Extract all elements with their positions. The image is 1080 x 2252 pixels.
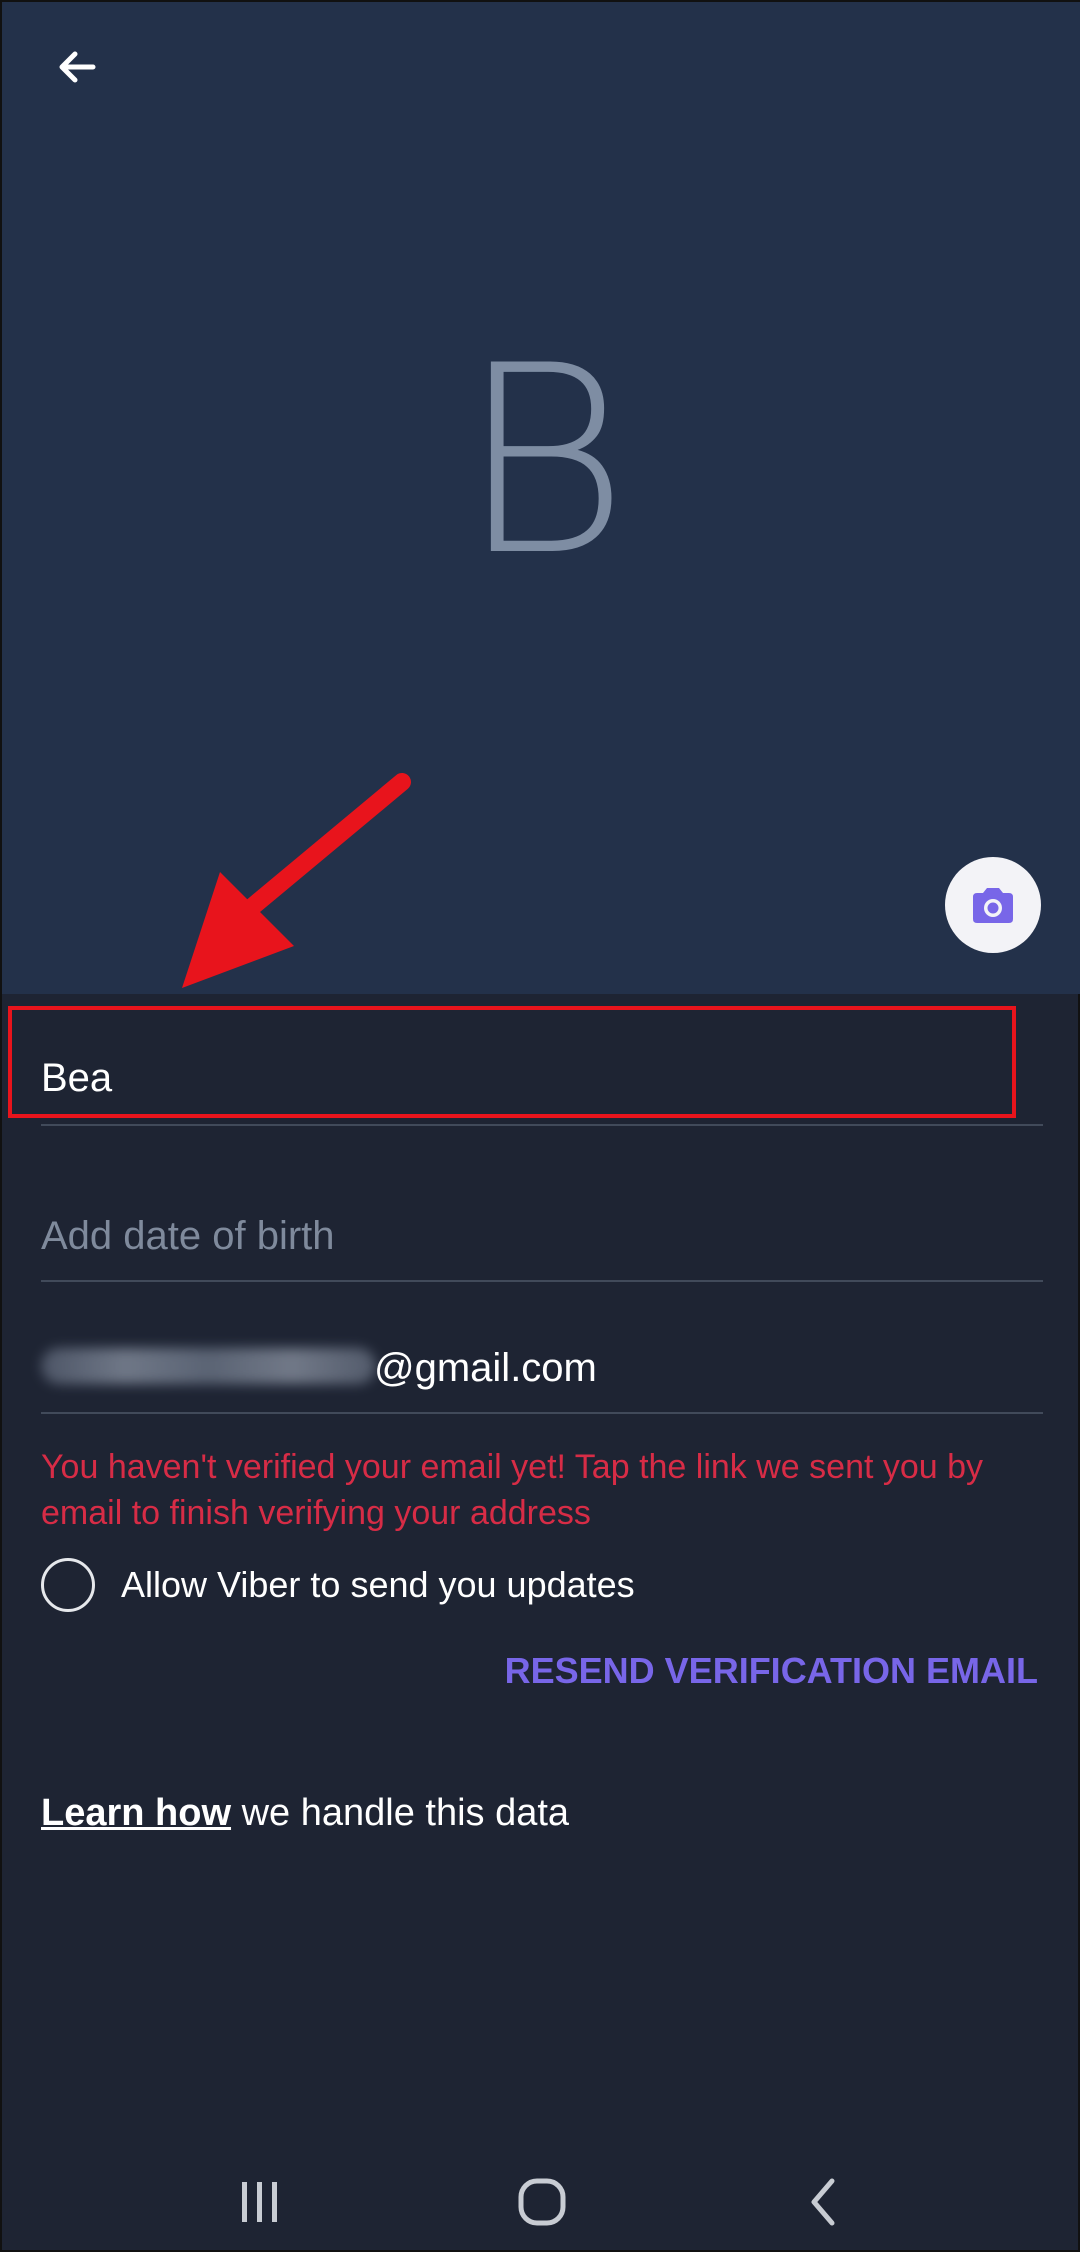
recent-apps-icon (242, 2182, 277, 2222)
dob-placeholder: Add date of birth (41, 1214, 335, 1258)
home-icon (518, 2178, 566, 2226)
nav-back-button[interactable] (784, 2172, 864, 2232)
email-domain: @gmail.com (374, 1346, 597, 1390)
change-photo-button[interactable] (945, 857, 1041, 953)
allow-updates-radio[interactable] (41, 1558, 95, 1612)
annotation-highlight-box (8, 1006, 1016, 1118)
email-field[interactable]: @gmail.com (41, 1322, 1043, 1414)
system-nav-bar (2, 2142, 1080, 2252)
home-button[interactable] (502, 2172, 582, 2232)
allow-updates-toggle[interactable]: Allow Viber to send you updates (41, 1557, 635, 1613)
learn-how-link[interactable]: Learn how (41, 1792, 231, 1834)
verify-email-warning: You haven't verified your email yet! Tap… (41, 1448, 984, 1532)
data-handling-note: Learn how we handle this data (41, 1792, 569, 1835)
learn-suffix: we handle this data (231, 1792, 570, 1834)
nav-back-icon (811, 2178, 835, 2226)
back-arrow-icon (59, 51, 96, 83)
recent-apps-button[interactable] (220, 2172, 300, 2232)
avatar-initial: B (458, 311, 629, 613)
allow-updates-label: Allow Viber to send you updates (121, 1564, 635, 1605)
profile-header: B (2, 2, 1080, 994)
date-of-birth-field[interactable]: Add date of birth (41, 1192, 1043, 1282)
email-local-part-blurred (41, 1348, 376, 1384)
camera-icon (973, 888, 1013, 923)
resend-verification-button[interactable]: RESEND VERIFICATION EMAIL (505, 1650, 1038, 1692)
back-button[interactable] (42, 32, 112, 102)
